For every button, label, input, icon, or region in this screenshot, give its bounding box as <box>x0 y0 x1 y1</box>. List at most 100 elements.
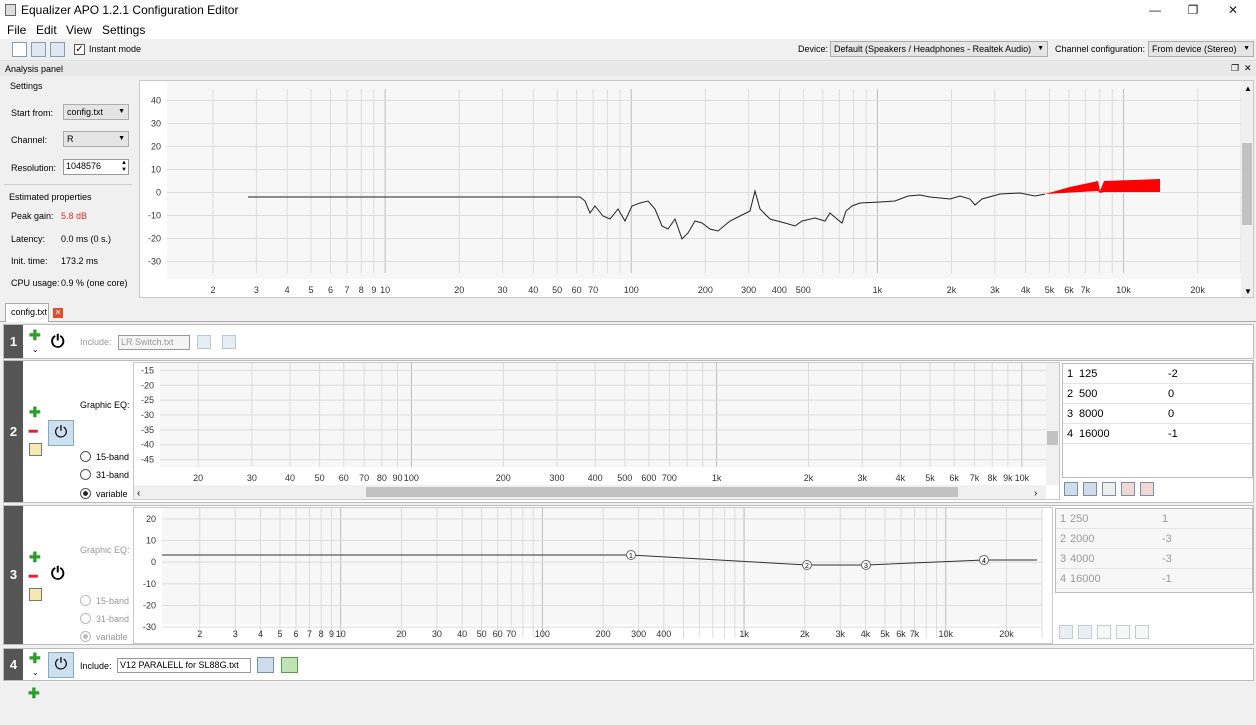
radio-15-band[interactable] <box>80 595 91 606</box>
band-row[interactable]: 4 16000 -1 <box>1063 424 1252 444</box>
close-panel-icon[interactable]: ✕ <box>1244 63 1252 74</box>
device-select[interactable]: Default (Speakers / Headphones - Realtek… <box>830 41 1048 57</box>
close-tab-icon[interactable]: ✕ <box>53 308 63 318</box>
band-frequency[interactable]: 2000 <box>1070 533 1094 545</box>
resolution-spinbox[interactable]: 1048576 ▲ ▼ <box>63 159 129 175</box>
radio-15-band[interactable] <box>80 451 91 462</box>
scroll-down-icon[interactable]: ▼ <box>1244 287 1252 296</box>
open-folder-icon[interactable] <box>197 335 211 349</box>
scroll-left-icon[interactable]: ‹ <box>137 488 140 499</box>
band-row[interactable]: 1 125 -2 <box>1063 364 1252 384</box>
band-table[interactable]: 1 125 -2 2 500 0 3 8000 0 4 16000 -1 <box>1062 363 1253 478</box>
add-filter-icon[interactable]: ✚ <box>29 650 41 667</box>
channel-config-select[interactable]: From device (Stereo) ▼ <box>1148 41 1254 57</box>
remove-filter-icon[interactable]: ━ <box>29 568 37 585</box>
edit-icon[interactable] <box>29 443 42 456</box>
open-folder-icon[interactable] <box>257 657 274 673</box>
band-frequency[interactable]: 500 <box>1079 388 1097 400</box>
add-filter-icon[interactable]: ✚ <box>29 404 41 421</box>
control-point[interactable]: 1 <box>626 550 636 561</box>
radio-31-band[interactable] <box>80 469 91 480</box>
graphic-eq-graph[interactable]: 20 10 0 -10 -20 -30 2 3 4 5 6 7 8 9 10 20 30 40 50 60 70 100… <box>133 507 1053 644</box>
add-filter-icon[interactable]: ✚ <box>29 327 41 344</box>
band-row[interactable]: 2 500 0 <box>1063 384 1252 404</box>
band-row[interactable]: 1 250 1 <box>1056 509 1252 529</box>
x-tick-label: 8 <box>319 629 324 639</box>
band-gain[interactable]: 1 <box>1162 513 1168 525</box>
radio-31-band[interactable] <box>80 613 91 624</box>
channel-select[interactable]: R ▼ <box>63 131 129 147</box>
band-gain[interactable]: -3 <box>1162 533 1172 545</box>
power-icon[interactable]: ⏻ <box>51 564 64 584</box>
menu-edit[interactable]: Edit <box>36 23 57 37</box>
band-gain[interactable]: -1 <box>1168 428 1178 440</box>
band-frequency[interactable]: 8000 <box>1079 408 1103 420</box>
scroll-right-icon[interactable]: › <box>1034 488 1037 499</box>
band-row[interactable]: 3 8000 0 <box>1063 404 1252 424</box>
power-toggle-icon[interactable]: ⏻ <box>48 420 74 446</box>
add-filter-icon[interactable]: ✚ <box>28 685 40 702</box>
control-point[interactable]: 2 <box>802 560 812 571</box>
power-toggle-icon[interactable]: ⏻ <box>48 652 74 678</box>
band-frequency[interactable]: 250 <box>1070 513 1088 525</box>
chevron-down-icon[interactable]: ⌄ <box>32 668 39 677</box>
instant-mode-checkbox[interactable]: ✓ <box>74 44 85 55</box>
edit-icon[interactable] <box>29 588 42 601</box>
power-icon[interactable]: ⏻ <box>51 332 64 352</box>
band-frequency[interactable]: 125 <box>1079 368 1097 380</box>
include-path-input[interactable]: LR Switch.txt <box>118 335 190 350</box>
undock-icon[interactable]: ❐ <box>1231 63 1239 74</box>
band-frequency[interactable]: 16000 <box>1070 573 1101 585</box>
band-gain[interactable]: 0 <box>1168 388 1174 400</box>
radio-variable[interactable] <box>80 488 91 499</box>
menu-settings[interactable]: Settings <box>102 23 145 37</box>
save-file-icon[interactable] <box>50 42 65 57</box>
band-row[interactable]: 4 16000 -1 <box>1056 569 1252 589</box>
normalize-icon[interactable] <box>1116 625 1130 639</box>
import-icon[interactable] <box>1064 482 1078 496</box>
export-icon[interactable] <box>1078 625 1092 639</box>
invert-icon[interactable] <box>1097 625 1111 639</box>
remove-filter-icon[interactable]: ━ <box>29 423 37 440</box>
edit-include-icon[interactable] <box>281 657 298 673</box>
x-tick-label: 1k <box>739 629 749 639</box>
scroll-up-icon[interactable]: ▲ <box>1244 84 1252 93</box>
close-button[interactable]: ✕ <box>1210 0 1256 21</box>
vertical-scrollbar[interactable] <box>1046 363 1059 485</box>
tab-config[interactable]: config.txt ✕ <box>5 303 63 322</box>
start-from-select[interactable]: config.txt ▼ <box>63 104 129 120</box>
invert-icon[interactable] <box>1102 482 1116 496</box>
band-frequency[interactable]: 16000 <box>1079 428 1110 440</box>
band-row[interactable]: 3 4000 -3 <box>1056 549 1252 569</box>
reset-icon[interactable] <box>1135 625 1149 639</box>
export-icon[interactable] <box>1083 482 1097 496</box>
reset-icon[interactable] <box>1140 482 1154 496</box>
import-icon[interactable] <box>1059 625 1073 639</box>
band-gain[interactable]: 0 <box>1168 408 1174 420</box>
x-tick-label: 400 <box>772 285 787 295</box>
normalize-icon[interactable] <box>1121 482 1135 496</box>
control-point[interactable]: 3 <box>861 560 871 571</box>
edit-include-icon[interactable] <box>222 335 236 349</box>
graphic-eq-graph[interactable]: -15 -20 -25 -30 -35 -40 -45 20 30 40 50 60 70 80 90 10… <box>133 362 1060 500</box>
control-point[interactable]: 4 <box>979 555 989 566</box>
menu-file[interactable]: File <box>7 23 26 37</box>
analysis-graph[interactable]: 40 30 20 10 0 -10 -20 -30 2 3 4 5 6 7 8 9 10 20 30 40 50 60 7… <box>139 80 1254 298</box>
scrollbar-thumb[interactable] <box>1242 143 1252 225</box>
spin-arrows-icon[interactable]: ▲ ▼ <box>121 160 127 174</box>
band-gain[interactable]: -2 <box>1168 368 1178 380</box>
menu-view[interactable]: View <box>66 23 92 37</box>
chevron-down-icon[interactable]: ⌄ <box>32 345 39 354</box>
band-gain[interactable]: -1 <box>1162 573 1172 585</box>
band-table[interactable]: 1 250 1 2 2000 -3 3 4000 -3 4 16000 -1 <box>1055 508 1253 593</box>
open-file-icon[interactable] <box>31 42 46 57</box>
new-file-icon[interactable] <box>12 42 27 57</box>
band-row[interactable]: 2 2000 -3 <box>1056 529 1252 549</box>
v-scrollbar-thumb[interactable] <box>1047 431 1058 445</box>
band-frequency[interactable]: 4000 <box>1070 553 1094 565</box>
radio-variable[interactable] <box>80 631 91 642</box>
include-path-input[interactable]: V12 PARALELL for SL88G.txt <box>117 658 251 673</box>
add-filter-icon[interactable]: ✚ <box>29 549 41 566</box>
h-scrollbar-thumb[interactable] <box>366 487 958 497</box>
band-gain[interactable]: -3 <box>1162 553 1172 565</box>
